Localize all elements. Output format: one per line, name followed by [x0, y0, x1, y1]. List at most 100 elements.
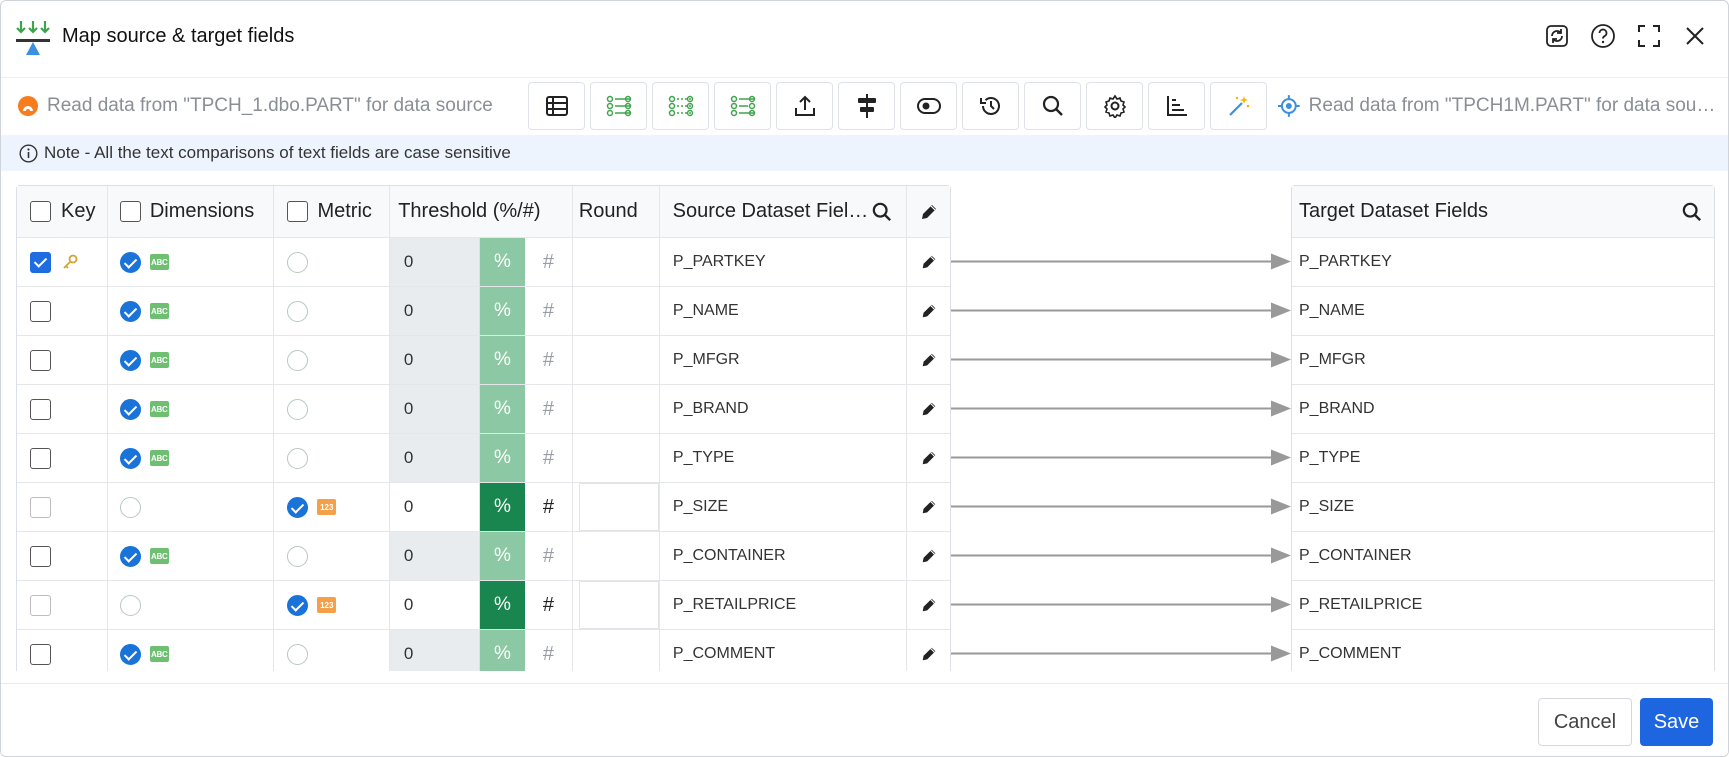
dimension-cell: ABC — [108, 385, 275, 433]
pencil-icon — [922, 402, 935, 416]
search-icon[interactable] — [872, 202, 892, 222]
percent-toggle[interactable]: % — [479, 385, 525, 433]
threshold-input[interactable]: 0 — [389, 238, 480, 286]
target-field-row[interactable]: P_BRAND — [1292, 385, 1714, 434]
metric-radio[interactable] — [287, 398, 309, 420]
edit-all-header[interactable] — [907, 186, 950, 237]
dimension-radio[interactable] — [119, 496, 141, 518]
percent-toggle[interactable]: % — [479, 630, 525, 671]
round-input[interactable] — [579, 630, 659, 671]
metric-radio[interactable] — [287, 643, 309, 665]
metric-radio[interactable] — [287, 251, 309, 273]
percent-toggle[interactable]: % — [479, 287, 525, 335]
dimensions-select-all-checkbox[interactable] — [119, 201, 141, 222]
threshold-input[interactable]: 0 — [389, 483, 480, 531]
metric-cell — [274, 630, 390, 671]
target-field-row[interactable]: P_COMMENT — [1292, 630, 1714, 671]
edit-field-button[interactable] — [907, 287, 950, 335]
metric-select-all-checkbox[interactable] — [287, 201, 309, 222]
metric-radio[interactable] — [287, 349, 309, 371]
absolute-toggle[interactable]: # — [525, 532, 572, 580]
threshold-input[interactable]: 0 — [389, 581, 480, 629]
key-checkbox[interactable] — [30, 300, 51, 322]
threshold-input[interactable]: 0 — [389, 385, 480, 433]
edit-field-button[interactable] — [907, 434, 950, 482]
round-input[interactable] — [579, 336, 659, 384]
edit-field-button[interactable] — [907, 532, 950, 580]
key-cell — [17, 532, 108, 580]
edit-field-button[interactable] — [907, 336, 950, 384]
threshold-input[interactable]: 0 — [389, 287, 480, 335]
metric-cell — [274, 238, 390, 286]
key-select-all-checkbox[interactable] — [30, 201, 51, 222]
threshold-cell: 0% # — [389, 287, 573, 335]
save-button[interactable]: Save — [1640, 698, 1713, 746]
edit-field-button[interactable] — [907, 238, 950, 286]
percent-toggle[interactable]: % — [479, 483, 525, 531]
key-checkbox[interactable] — [30, 594, 51, 616]
dimension-radio[interactable] — [119, 643, 141, 665]
cancel-button[interactable]: Cancel — [1538, 698, 1632, 746]
metric-radio[interactable] — [287, 300, 309, 322]
edit-field-button[interactable] — [907, 385, 950, 433]
target-field-row[interactable]: P_NAME — [1292, 287, 1714, 336]
text-type-icon: ABC — [149, 450, 169, 466]
dimension-radio[interactable] — [119, 594, 141, 616]
dimension-radio[interactable] — [119, 349, 141, 371]
threshold-input[interactable]: 0 — [389, 434, 480, 482]
absolute-toggle[interactable]: # — [525, 238, 572, 286]
key-checkbox[interactable] — [30, 349, 51, 371]
threshold-cell: 0% # — [389, 483, 573, 531]
dimension-radio[interactable] — [119, 251, 141, 273]
metric-radio[interactable] — [287, 447, 309, 469]
absolute-toggle[interactable]: # — [525, 483, 572, 531]
edit-field-button[interactable] — [907, 630, 950, 671]
key-checkbox[interactable] — [30, 643, 51, 665]
dimension-radio[interactable] — [119, 300, 141, 322]
dimension-radio[interactable] — [119, 545, 141, 567]
absolute-toggle[interactable]: # — [525, 336, 572, 384]
target-field-row[interactable]: P_CONTAINER — [1292, 532, 1714, 581]
percent-toggle[interactable]: % — [479, 581, 525, 629]
target-field-row[interactable]: P_RETAILPRICE — [1292, 581, 1714, 630]
absolute-toggle[interactable]: # — [525, 581, 572, 629]
target-field-row[interactable]: P_TYPE — [1292, 434, 1714, 483]
edit-field-button[interactable] — [907, 483, 950, 531]
round-input[interactable] — [579, 532, 659, 580]
search-icon[interactable] — [1682, 202, 1702, 222]
threshold-input[interactable]: 0 — [389, 336, 480, 384]
target-field-row[interactable]: P_MFGR — [1292, 336, 1714, 385]
target-field-row[interactable]: P_PARTKEY — [1292, 238, 1714, 287]
dimension-radio[interactable] — [119, 398, 141, 420]
absolute-toggle[interactable]: # — [525, 630, 572, 671]
metric-radio[interactable] — [287, 594, 309, 616]
absolute-toggle[interactable]: # — [525, 434, 572, 482]
round-input[interactable] — [579, 434, 659, 482]
metric-radio[interactable] — [287, 545, 309, 567]
threshold-input[interactable]: 0 — [389, 630, 480, 671]
key-checkbox[interactable] — [30, 545, 51, 567]
key-cell — [17, 385, 108, 433]
key-checkbox[interactable] — [30, 447, 51, 469]
percent-toggle[interactable]: % — [479, 336, 525, 384]
metric-header-label: Metric — [317, 200, 372, 222]
round-input[interactable] — [578, 581, 659, 629]
metric-radio[interactable] — [287, 496, 309, 518]
key-checkbox[interactable] — [30, 398, 51, 420]
round-input[interactable] — [579, 238, 659, 286]
absolute-toggle[interactable]: # — [525, 385, 572, 433]
dimension-radio[interactable] — [119, 447, 141, 469]
percent-toggle[interactable]: % — [479, 532, 525, 580]
key-checkbox[interactable] — [30, 496, 51, 518]
percent-toggle[interactable]: % — [479, 434, 525, 482]
absolute-toggle[interactable]: # — [525, 287, 572, 335]
key-checkbox[interactable] — [30, 251, 51, 273]
target-field-row[interactable]: P_SIZE — [1292, 483, 1714, 532]
round-input[interactable] — [579, 287, 659, 335]
edit-field-button[interactable] — [907, 581, 950, 629]
round-input[interactable] — [579, 385, 659, 433]
round-cell — [573, 581, 660, 629]
threshold-input[interactable]: 0 — [389, 532, 480, 580]
percent-toggle[interactable]: % — [479, 238, 525, 286]
round-input[interactable] — [578, 483, 659, 531]
